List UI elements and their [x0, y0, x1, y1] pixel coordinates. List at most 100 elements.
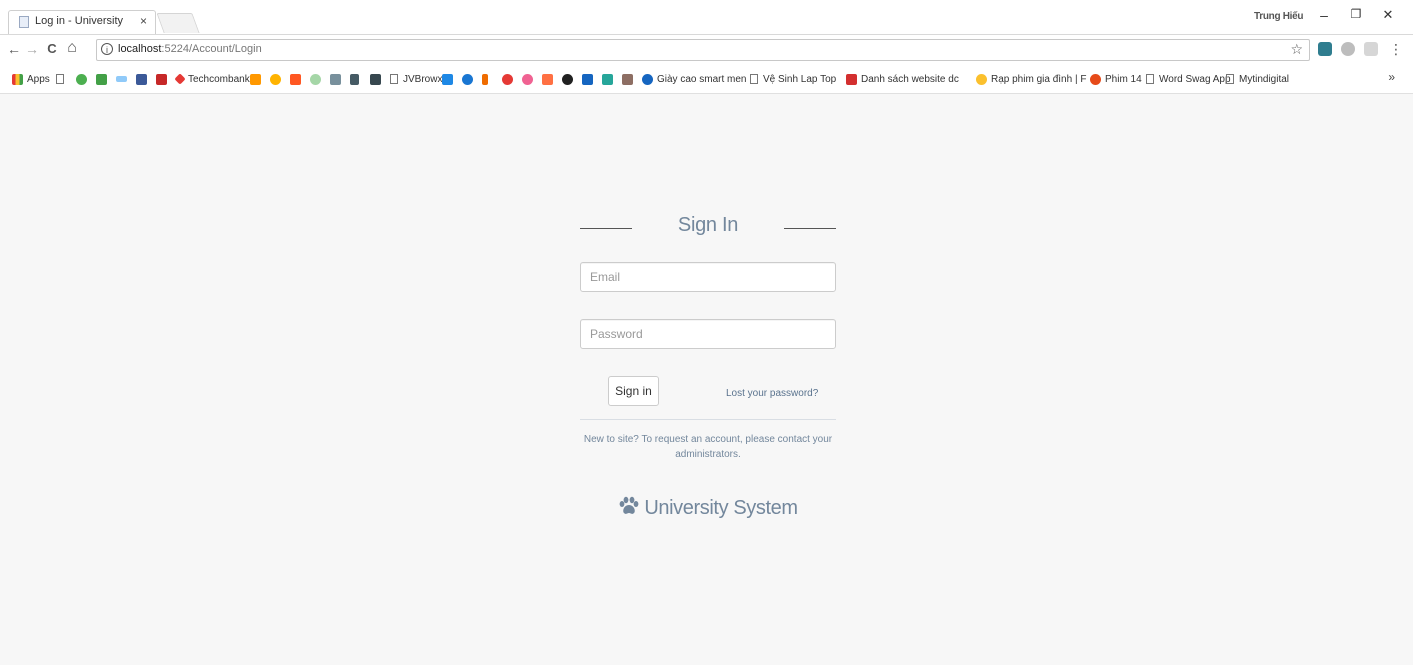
bookmark-vesinh[interactable]: Vệ Sinh Lap Top: [750, 72, 836, 86]
film-icon: [976, 73, 987, 85]
password-input[interactable]: [580, 319, 836, 349]
extension-icon[interactable]: [1364, 42, 1378, 56]
bookmark-item[interactable]: [136, 72, 151, 86]
brand-name: University System: [644, 497, 798, 519]
sign-in-button[interactable]: Sign in: [608, 376, 659, 406]
grid-icon: [330, 73, 341, 85]
bookmark-item[interactable]: [310, 72, 325, 86]
apps-grid-icon: [12, 73, 23, 85]
bookmark-item[interactable]: [76, 72, 91, 86]
bookmark-item[interactable]: [562, 72, 577, 86]
bookmark-item[interactable]: [462, 72, 477, 86]
bookmark-item[interactable]: [602, 72, 617, 86]
shield-icon: [156, 73, 167, 85]
bookmark-item[interactable]: [522, 72, 537, 86]
forward-icon[interactable]: →: [24, 41, 40, 57]
tab-close-icon[interactable]: ×: [140, 14, 147, 28]
bookmark-item[interactable]: [270, 72, 285, 86]
bookmark-phim14[interactable]: Phim 14: [1090, 72, 1142, 86]
bookmark-wordswag[interactable]: Word Swag App: [1146, 72, 1231, 86]
site-info-icon[interactable]: i: [101, 43, 113, 55]
bookmark-item[interactable]: [502, 72, 517, 86]
bookmark-giay[interactable]: Giày cao smart men: [642, 72, 746, 86]
home-icon[interactable]: ⌂: [64, 39, 80, 57]
lost-password-link[interactable]: Lost your password?: [726, 388, 818, 399]
film-icon: [1090, 73, 1101, 85]
more-bookmarks-icon[interactable]: »: [1388, 70, 1395, 84]
browser-tab[interactable]: Log in - University ×: [8, 10, 156, 34]
circle-icon: [522, 73, 533, 85]
bookmark-label: Vệ Sinh Lap Top: [763, 73, 837, 85]
file-icon: [602, 73, 613, 85]
address-bar[interactable]: i localhost:5224/Account/Login ☆: [96, 39, 1310, 61]
page-icon: [750, 74, 758, 84]
globe-icon: [642, 73, 653, 85]
bookmark-label: Rạp phim gia đình | F: [991, 73, 1087, 85]
bookmark-item[interactable]: [56, 72, 69, 86]
bookmark-mytindigital[interactable]: Mytindigital: [1226, 72, 1289, 86]
browser-toolbar: ← → C ⌂ i localhost:5224/Account/Login ☆…: [0, 34, 1413, 65]
login-panel: Sign In Sign in Lost your password? New …: [580, 212, 836, 519]
url-path: :5224/Account/Login: [161, 43, 262, 55]
reload-icon[interactable]: C: [44, 41, 60, 56]
bookmark-item[interactable]: [482, 72, 492, 86]
bookmark-item[interactable]: [622, 72, 637, 86]
bookmark-item[interactable]: [542, 72, 557, 86]
bookmark-item[interactable]: [290, 72, 305, 86]
bookmark-item[interactable]: [350, 72, 363, 86]
profile-name[interactable]: Trung Hiếu: [1254, 11, 1304, 22]
page-icon: [1226, 74, 1234, 84]
fpt-icon: [250, 73, 261, 85]
bookmark-icon: [370, 73, 381, 85]
new-tab-button[interactable]: [156, 13, 200, 33]
bookmark-star-icon[interactable]: ☆: [1290, 41, 1303, 58]
bookmark-item[interactable]: [582, 72, 597, 86]
bookmark-item[interactable]: [96, 72, 111, 86]
close-window-icon[interactable]: ✕: [1378, 7, 1398, 23]
menu-icon[interactable]: ⋮: [1388, 41, 1404, 58]
email-input[interactable]: [580, 262, 836, 292]
signup-note: New to site? To request an account, plea…: [583, 434, 833, 460]
brand: University System: [580, 496, 836, 522]
tab-strip: Log in - University × Trung Hiếu – ❐ ✕: [0, 0, 1413, 34]
tab-title: Log in - University: [35, 15, 124, 27]
bookmarks-bar: Apps Techcombank JVBrowxy Giày cao smart…: [0, 64, 1413, 94]
chart-icon: [622, 73, 633, 85]
bookmark-danhsach[interactable]: Danh sách website dc: [846, 72, 959, 86]
url-host: localhost: [118, 43, 162, 55]
restore-icon[interactable]: ❐: [1346, 7, 1366, 21]
bookmark-jvbrowxy[interactable]: JVBrowxy: [390, 72, 447, 86]
leaf-icon: [76, 73, 87, 85]
bookmark-item[interactable]: [156, 72, 171, 86]
code-icon: [350, 73, 359, 85]
bookmark-item[interactable]: [250, 72, 265, 86]
bookmark-label: Apps: [27, 73, 50, 85]
tiki-icon: [442, 73, 453, 85]
bookmark-techcombank[interactable]: Techcombank: [174, 72, 250, 86]
back-icon[interactable]: ←: [6, 41, 22, 57]
bookmark-item[interactable]: [370, 72, 385, 86]
bookmark-label: Word Swag App: [1159, 73, 1231, 85]
bookmark-rap[interactable]: Rạp phim gia đình | F: [976, 72, 1086, 86]
page-icon: [390, 74, 398, 84]
bookmark-label: Phim 14: [1105, 73, 1142, 85]
search-icon: [462, 73, 473, 85]
bookmark-item[interactable]: [116, 72, 131, 86]
bookmark-label: Giày cao smart men: [657, 73, 747, 85]
bookmark-apps[interactable]: Apps: [12, 72, 50, 86]
techcombank-icon: [174, 73, 186, 85]
eye-icon: [310, 73, 321, 85]
star-icon: [542, 73, 553, 85]
extension-icon[interactable]: [1341, 42, 1355, 56]
bookmark-label: Techcombank: [188, 73, 250, 85]
extension-icon[interactable]: [1318, 42, 1332, 56]
title-row: Sign In: [580, 212, 836, 244]
title-divider-right: [784, 228, 836, 229]
bookmark-item[interactable]: [330, 72, 345, 86]
dollar-icon: [482, 73, 488, 85]
minimize-icon[interactable]: –: [1314, 7, 1334, 23]
bookmark-label: Mytindigital: [1239, 73, 1290, 85]
separator: [580, 419, 836, 420]
chrome-icon: [270, 73, 281, 85]
bookmark-item[interactable]: [442, 72, 457, 86]
